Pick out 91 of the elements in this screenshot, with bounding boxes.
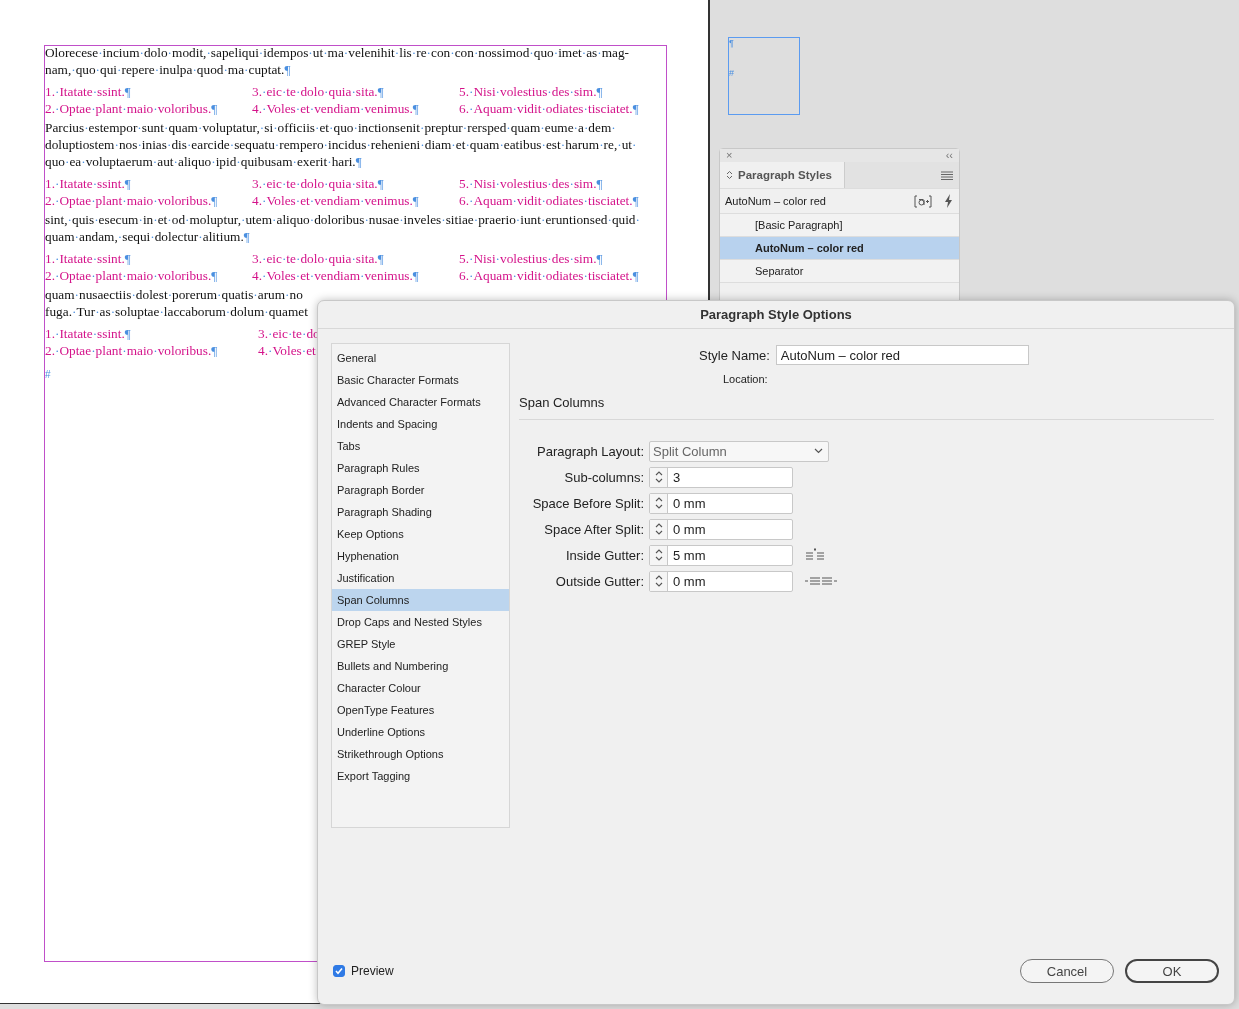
stepper-icon[interactable] [654,574,663,588]
section-heading: Span Columns [519,395,606,412]
list-item-text: 3.·eic·te·dolo·quia·sita.¶ [252,83,384,100]
end-of-story-mark: # [45,368,51,382]
list-item-text: 2.·Optae·plant·maio·voloribus.¶ [45,192,218,209]
category-item[interactable]: Span Columns [332,589,509,611]
list-item-text: 1.·Itatate·ssint.¶ [45,175,131,192]
category-item[interactable]: GREP Style [332,633,509,655]
category-item[interactable]: Bullets and Numbering [332,655,509,677]
list-item-text: 3.·eic·te·dolo·quia·sita.¶ [252,250,384,267]
category-item[interactable]: Paragraph Rules [332,457,509,479]
list-item-text: 6.·Aquam·vidit·odiates·tisciatet.¶ [459,192,639,209]
list-item-text: 3.·eic·te·dolo·quia·sita.¶ [252,175,384,192]
category-item[interactable]: Indents and Spacing [332,413,509,435]
style-name-label: Style Name: [699,347,770,363]
cancel-button[interactable]: Cancel [1020,959,1114,983]
list-item-text: 1.·Itatate·ssint.¶ [45,250,131,267]
body-text-line: doluptiostem·nos·inias·dis·earcide·sequatu·rempero·incidus·rehenieni·diam·et·quam·eatibus·est·harum·re,·ut· [45,136,637,153]
list-item-text: 2.·Optae·plant·maio·voloribus.¶ [45,100,218,117]
list-item-text: 6.·Aquam·vidit·odiates·tisciatet.¶ [459,267,639,284]
layout-dropdown[interactable]: Split Column [649,440,829,462]
category-item[interactable]: Strikethrough Options [332,743,509,765]
style-list-item[interactable]: AutoNum – color red [720,237,959,260]
category-item[interactable]: Basic Character Formats [332,369,509,391]
category-item[interactable]: Justification [332,567,509,589]
field-label: Inside Gutter: [564,547,644,563]
frame-mark: # [729,68,734,78]
inside-gutter-icon [805,548,825,562]
category-item[interactable]: Paragraph Border [332,479,509,501]
current-style-name: AutoNum – color red [725,195,826,207]
body-text-line: quam·andam,·sequi·dolectur·alitium.¶ [45,228,250,245]
stepper-icon[interactable] [654,548,663,562]
lightning-icon[interactable] [944,194,953,208]
dialog-title: Paragraph Style Options [318,301,1234,329]
list-item-text: 1.·Itatate·ssint.¶ [45,83,131,100]
field-label: Space Before Split: [531,495,644,511]
new-style-icon[interactable] [914,194,932,208]
spinner-field[interactable]: 0 mm [649,570,793,592]
list-item-text: 2.·Optae·plant·maio·voloribus.¶ [45,267,218,284]
spinner-field[interactable]: 0 mm [649,492,793,514]
collapse-icon[interactable]: ‹‹ [945,149,953,162]
frame-mark: ¶ [729,38,734,48]
preview-checkbox[interactable] [333,965,345,977]
list-item-text: 5.·Nisi·volestius·des·sim.¶ [459,250,603,267]
list-item-text: 2.·Optae·plant·maio·voloribus.¶ [45,342,218,359]
category-item[interactable]: Hyphenation [332,545,509,567]
style-name-field[interactable]: AutoNum – color red [775,345,1029,365]
outside-gutter-icon [805,576,837,586]
stepper-icon[interactable] [654,522,663,536]
list-item-text: 5.·Nisi·volestius·des·sim.¶ [459,175,603,192]
menu-icon[interactable] [941,170,953,180]
location-label: Location: [723,373,768,385]
list-item-text: 4.·Voles·et·vendiam·venimus.¶ [252,192,419,209]
list-item-text: 5.·Nisi·volestius·des·sim.¶ [459,83,603,100]
panel-tab[interactable]: Paragraph Styles [720,162,845,188]
category-item[interactable]: Drop Caps and Nested Styles [332,611,509,633]
field-label: Outside Gutter: [554,573,644,589]
category-item[interactable]: Paragraph Shading [332,501,509,523]
body-text-line: sint,·quis·esecum·in·et·od·moluptur,·utem·aliquo·doloribus·nusae·inveles·sitiae·praerio·iunt·eruntionsed·quid· [45,211,640,228]
category-item[interactable]: Underline Options [332,721,509,743]
body-text-line: fuga.·Tur·as·soluptae·laccaborum·dolum·quamet [45,303,308,320]
field-label: Paragraph Layout: [536,443,644,459]
category-item[interactable]: OpenType Features [332,699,509,721]
ok-button[interactable]: OK [1125,959,1219,983]
stepper-icon[interactable] [654,470,663,484]
stepper-icon[interactable] [654,496,663,510]
category-item[interactable]: Advanced Character Formats [332,391,509,413]
list-item-text: 4.·Voles·et·vendiam·venimus.¶ [252,267,419,284]
preview-label: Preview [351,964,394,978]
spinner-field[interactable]: 0 mm [649,518,793,540]
list-item-text: 4.·Voles·et [258,342,316,359]
list-item-text: 1.·Itatate·ssint.¶ [45,325,131,342]
category-item[interactable]: Tabs [332,435,509,457]
chevron-icon [814,448,823,454]
body-text-line: Parcius·estempor·sunt·quam·voluptatur,·si·officiis·et·quo·inctionsenit·preptur·rersped·quam·eume·a·dem· [45,119,616,136]
list-item-text: 4.·Voles·et·vendiam·venimus.¶ [252,100,419,117]
body-text-line: Olorecese·incium·dolo·modit,·sapeliqui·idempos·ut·ma·velenihit·lis·re·con·con·nossimod·quo·imet·as·mag- [45,44,630,61]
close-icon[interactable]: × [726,149,733,162]
body-text-line: quo·ea·voluptaerum·aut·aliquo·ipid·quibusam·exerit·hari.¶ [45,153,362,170]
category-item[interactable]: Character Colour [332,677,509,699]
spinner-field[interactable]: 5 mm [649,544,793,566]
body-text-line: nam,·quo·qui·repere·inulpa·quod·ma·cuptat.¶ [45,61,291,78]
category-item[interactable]: Export Tagging [332,765,509,787]
field-label: Sub-columns: [563,469,644,485]
category-item[interactable]: General [332,347,509,369]
body-text-line: quam·nusaectiis·dolest·porerum·quatis·arum·no [45,286,303,303]
list-item-text: 6.·Aquam·vidit·odiates·tisciatet.¶ [459,100,639,117]
spinner-field[interactable]: 3 [649,466,793,488]
field-label: Space After Split: [543,521,644,537]
category-item[interactable]: Keep Options [332,523,509,545]
sort-icon [726,170,733,180]
